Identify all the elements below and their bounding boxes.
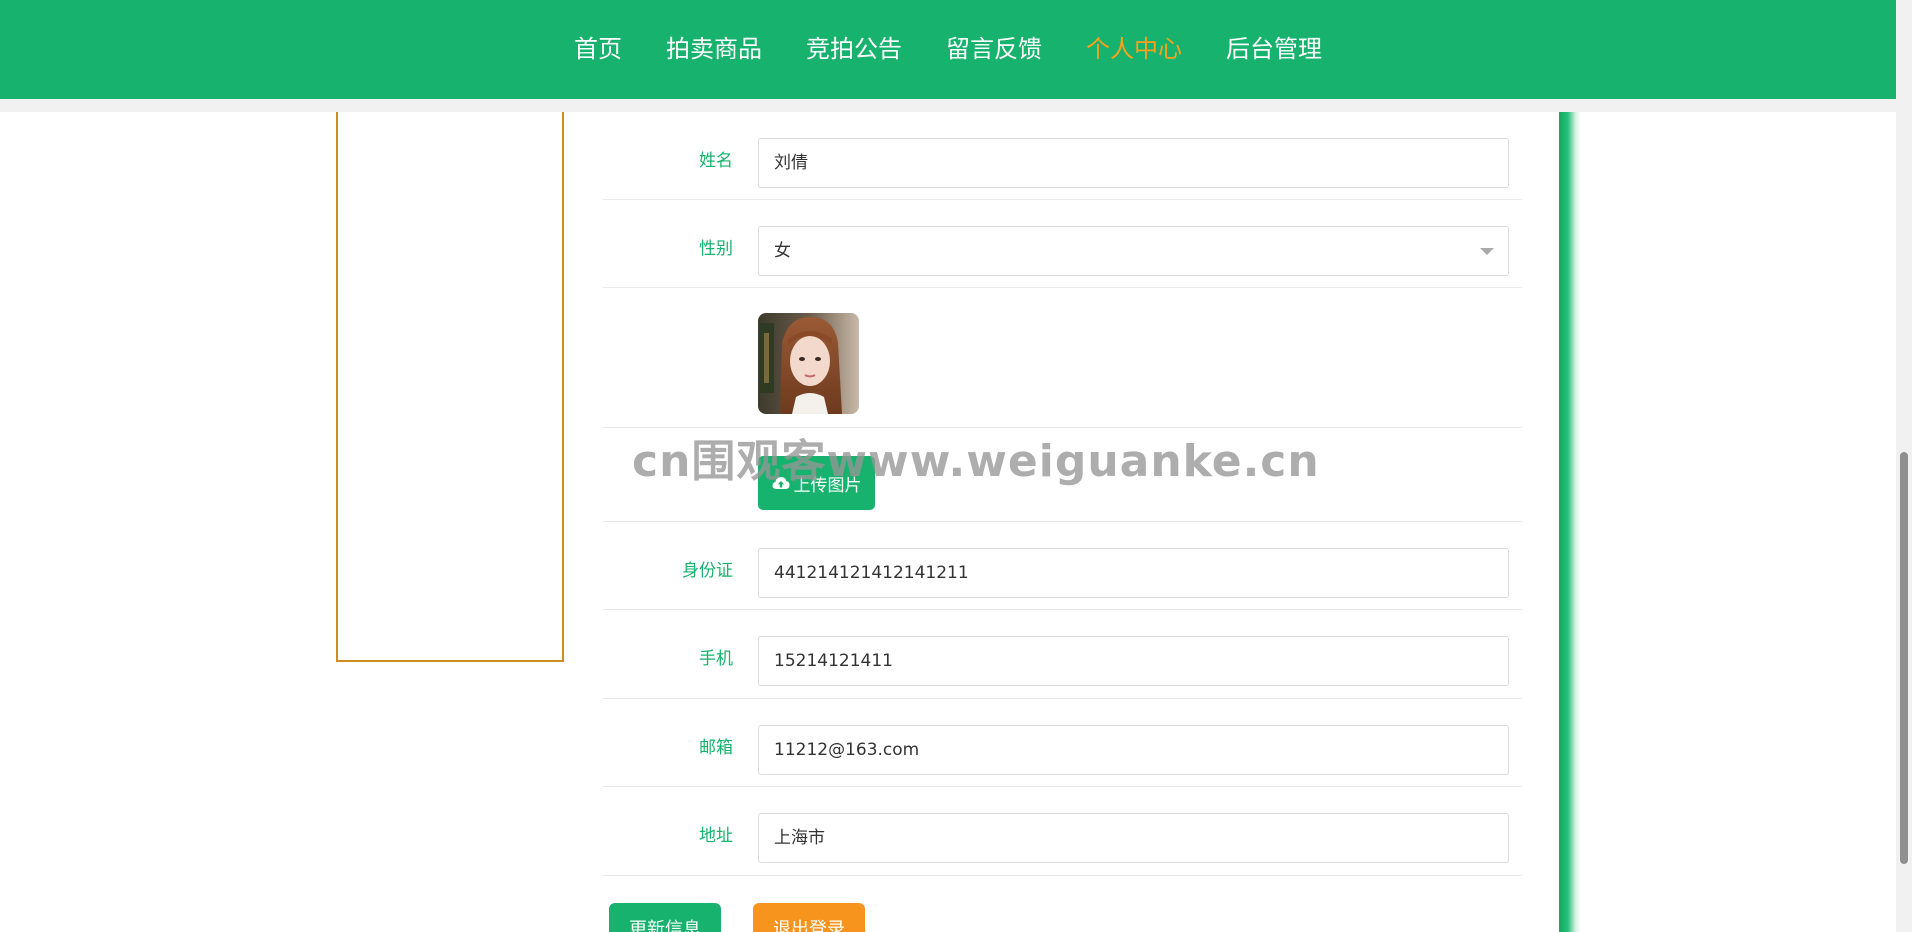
email-input[interactable]: 11212@163.com (758, 725, 1509, 775)
avatar-image (758, 313, 859, 414)
form-row-phone: 手机 15214121411 (603, 610, 1522, 699)
gender-select-value: 女 (774, 241, 791, 261)
logout-button[interactable]: 退出登录 (753, 903, 865, 932)
form-row-gender: 性别 女 (603, 200, 1522, 288)
nav-item-auction-goods[interactable]: 拍卖商品 (664, 0, 764, 99)
nav-item-feedback[interactable]: 留言反馈 (944, 0, 1044, 99)
phone-input[interactable]: 15214121411 (758, 636, 1509, 686)
gender-label: 性别 (699, 239, 733, 259)
form-row-avatar (603, 288, 1522, 428)
watermark-text: cn围观客www.weiguanke.cn (632, 436, 1320, 487)
update-info-button[interactable]: 更新信息 (609, 903, 721, 932)
id-card-label: 身份证 (682, 561, 733, 581)
form-row-email: 邮箱 11212@163.com (603, 699, 1522, 787)
scrollbar-track[interactable] (1896, 0, 1912, 932)
form-row-name: 姓名 刘倩 (603, 112, 1522, 200)
page: 首页 拍卖商品 竞拍公告 留言反馈 个人中心 后台管理 姓名 刘倩 性别 女 上… (0, 0, 1912, 932)
nav-item-admin[interactable]: 后台管理 (1224, 0, 1324, 99)
form-row-id-card: 身份证 441214121412141211 (603, 522, 1522, 610)
nav-divider (0, 99, 1896, 112)
main-nav: 首页 拍卖商品 竞拍公告 留言反馈 个人中心 后台管理 (0, 0, 1896, 99)
sidebar-panel (336, 106, 564, 662)
id-card-input[interactable]: 441214121412141211 (758, 548, 1509, 598)
scrollbar-thumb[interactable] (1900, 452, 1908, 864)
address-input[interactable]: 上海市 (758, 813, 1509, 863)
nav-item-auction-notice[interactable]: 竞拍公告 (804, 0, 904, 99)
nav-item-home[interactable]: 首页 (572, 0, 624, 99)
nav-item-personal-center[interactable]: 个人中心 (1084, 0, 1184, 99)
profile-form: 姓名 刘倩 性别 女 上传图片 身份证 441214121412141211 手… (603, 112, 1522, 876)
email-label: 邮箱 (699, 738, 733, 758)
top-navigation-bar: 首页 拍卖商品 竞拍公告 留言反馈 个人中心 后台管理 (0, 0, 1896, 99)
decorative-stripe (1559, 112, 1581, 932)
gender-select[interactable]: 女 (758, 226, 1509, 276)
chevron-down-icon (1480, 248, 1494, 255)
avatar-photo (758, 313, 859, 414)
name-label: 姓名 (699, 151, 733, 171)
address-label: 地址 (699, 826, 733, 846)
phone-label: 手机 (699, 649, 733, 669)
name-input[interactable]: 刘倩 (758, 138, 1509, 188)
form-row-address: 地址 上海市 (603, 787, 1522, 876)
